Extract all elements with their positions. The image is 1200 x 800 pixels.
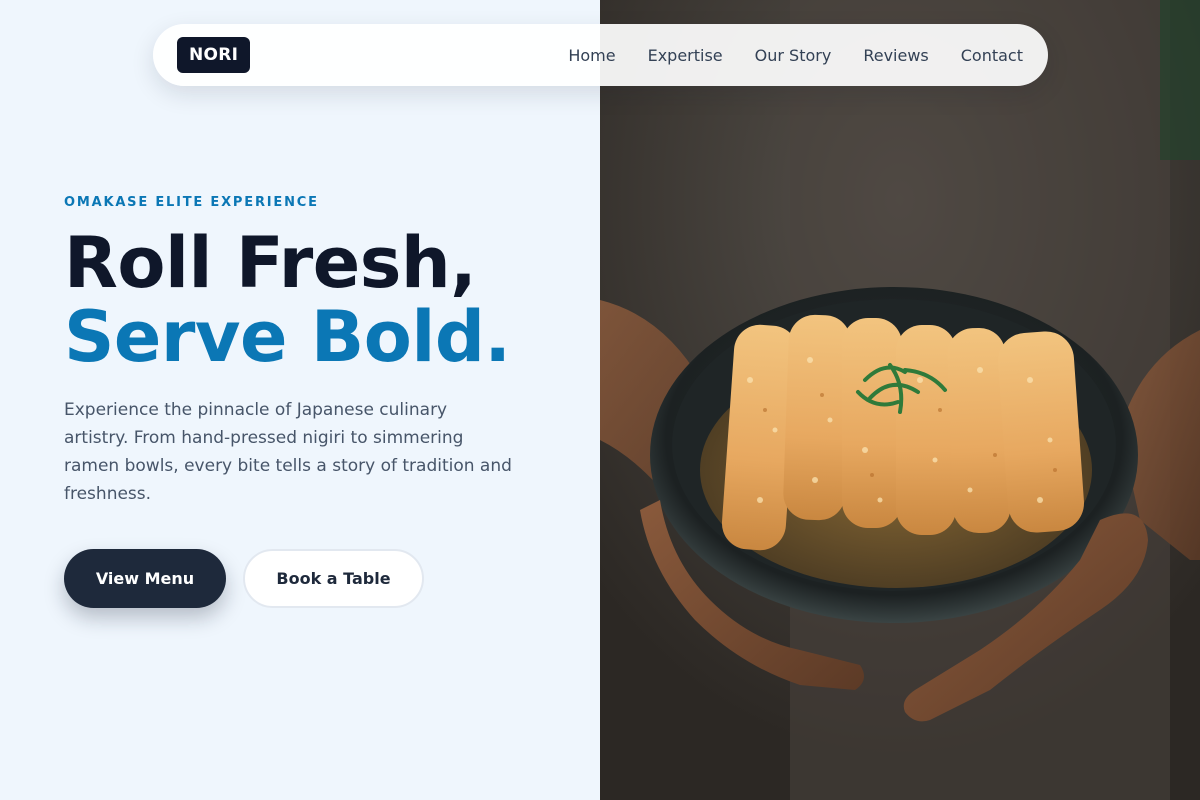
nav-link-home[interactable]: Home	[568, 46, 615, 65]
nav-link-contact[interactable]: Contact	[961, 46, 1023, 65]
hero-food-photo	[600, 0, 1200, 800]
top-navbar: NORI Home Expertise Our Story Reviews Co…	[153, 24, 1048, 86]
nav-link-our-story[interactable]: Our Story	[755, 46, 832, 65]
hero-eyebrow: OMAKASE ELITE EXPERIENCE	[64, 195, 319, 210]
view-menu-button[interactable]: View Menu	[64, 549, 226, 608]
headline-line-1: Roll Fresh,	[64, 222, 477, 304]
nav-link-expertise[interactable]: Expertise	[648, 46, 723, 65]
book-table-button[interactable]: Book a Table	[243, 549, 424, 608]
hero-description: Experience the pinnacle of Japanese culi…	[64, 400, 512, 504]
nori-logo[interactable]: NORI	[177, 37, 251, 73]
headline-line-2: Serve Bold.	[64, 296, 511, 378]
nav-link-reviews[interactable]: Reviews	[863, 46, 928, 65]
hero-headline: Roll Fresh, Serve Bold.	[64, 226, 511, 374]
nav-links: Home Expertise Our Story Reviews Contact	[568, 46, 1023, 65]
